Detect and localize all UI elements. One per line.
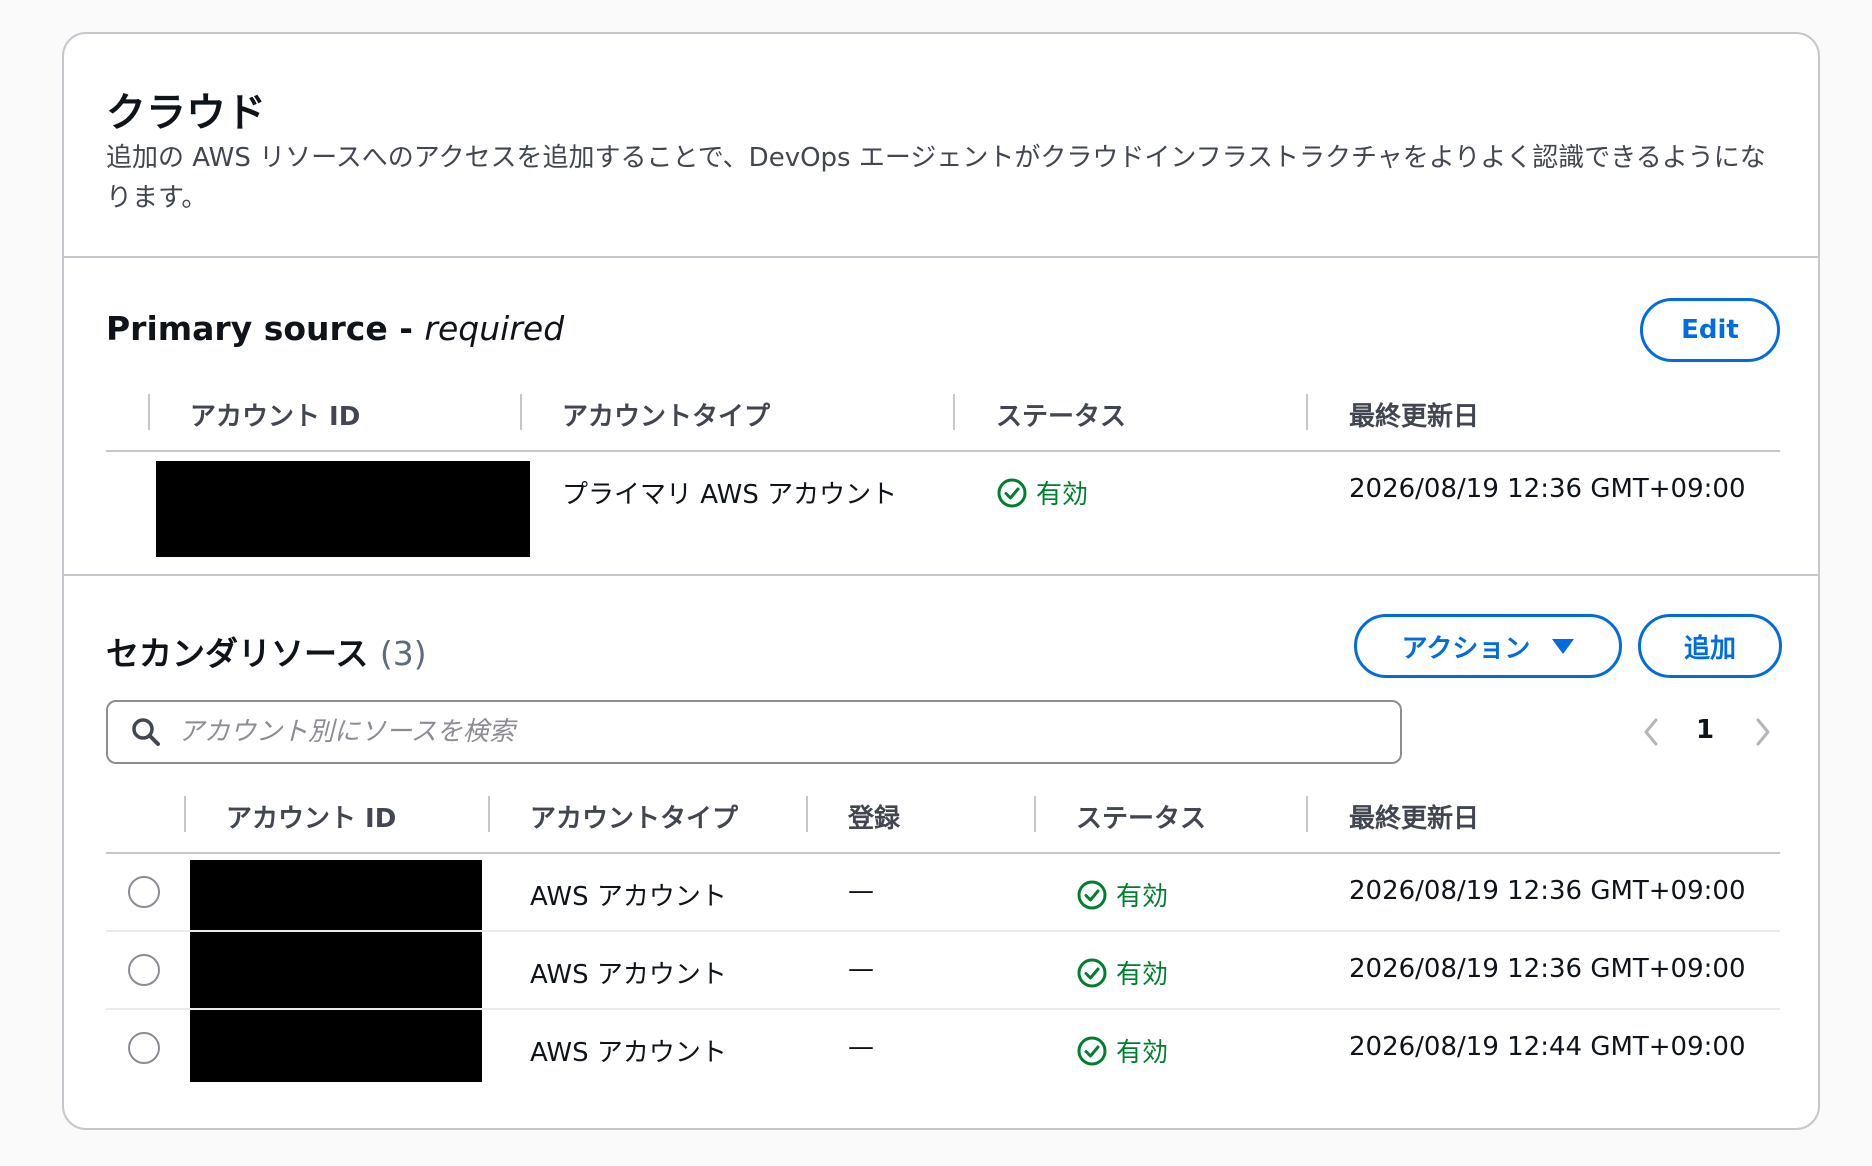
- panel-description: 追加の AWS リソースへのアクセスを追加することで、DevOps エージェント…: [106, 143, 1766, 213]
- row-account-type: AWS アカウント: [530, 960, 727, 990]
- row-select-radio[interactable]: [128, 1032, 160, 1064]
- secondary-col-status: ステータス: [1076, 804, 1207, 834]
- check-circle-icon: [997, 478, 1027, 507]
- column-separator: [953, 394, 955, 430]
- row-updated: 2026/08/19 12:36 GMT+09:00: [1349, 954, 1746, 984]
- cloud-sources-panel: クラウド 追加の AWS リソースへのアクセスを追加することで、DevOps エ…: [62, 32, 1820, 1130]
- row-account-type: AWS アカウント: [530, 1038, 727, 1068]
- primary-col-status: ステータス: [996, 402, 1127, 432]
- chevron-right-icon: [1756, 718, 1770, 746]
- secondary-source-title-text: セカンダリソース: [106, 634, 369, 673]
- column-separator: [1306, 796, 1308, 832]
- row-account-type: AWS アカウント: [530, 882, 727, 912]
- row-status: 有効: [1076, 876, 1168, 913]
- row-updated: 2026/08/19 12:44 GMT+09:00: [1349, 1032, 1746, 1062]
- current-page[interactable]: 1: [1696, 715, 1714, 745]
- primary-source-title: Primary source - required: [106, 309, 564, 348]
- row-registration: —: [848, 876, 874, 906]
- row-status: 有効: [1076, 954, 1168, 991]
- row-registration: —: [848, 1032, 874, 1062]
- row-registration: —: [848, 954, 874, 984]
- column-separator: [1306, 394, 1308, 430]
- primary-col-account-type: アカウントタイプ: [562, 402, 771, 432]
- table-header-line: [106, 852, 1780, 854]
- status-label: 有効: [1116, 1038, 1169, 1068]
- next-page-button[interactable]: [1748, 712, 1778, 752]
- primary-status: 有効: [996, 474, 1088, 511]
- search-input[interactable]: [176, 716, 1360, 748]
- column-separator: [148, 394, 150, 430]
- column-separator: [520, 394, 522, 430]
- header-divider: [64, 256, 1818, 258]
- status-label: 有効: [1116, 960, 1169, 990]
- secondary-source-title: セカンダリソース (3): [106, 627, 427, 675]
- secondary-col-registration: 登録: [848, 804, 901, 834]
- row-updated: 2026/08/19 12:36 GMT+09:00: [1349, 876, 1746, 906]
- table-header-line: [106, 450, 1780, 452]
- row-divider: [106, 1008, 1780, 1010]
- search-icon: [130, 716, 162, 748]
- primary-col-updated: 最終更新日: [1349, 402, 1480, 432]
- check-circle-icon: [1077, 880, 1107, 909]
- redacted-account-ids: [190, 860, 482, 1082]
- status-label: 有効: [1116, 882, 1169, 912]
- primary-source-title-text: Primary source -: [106, 309, 413, 348]
- secondary-source-count: (3): [379, 634, 427, 673]
- prev-page-button[interactable]: [1636, 712, 1666, 752]
- row-select-radio[interactable]: [128, 954, 160, 986]
- add-button[interactable]: 追加: [1638, 614, 1782, 678]
- actions-dropdown-button[interactable]: アクション: [1354, 614, 1622, 678]
- chevron-left-icon: [1644, 718, 1658, 746]
- check-circle-icon: [1077, 1036, 1107, 1065]
- secondary-col-account-type: アカウントタイプ: [530, 804, 739, 834]
- column-separator: [1034, 796, 1036, 832]
- section-divider: [64, 574, 1818, 576]
- primary-account-type: プライマリ AWS アカウント: [562, 480, 898, 510]
- row-divider: [106, 930, 1780, 932]
- primary-source-required: required: [424, 309, 565, 348]
- row-select-radio[interactable]: [128, 876, 160, 908]
- primary-col-account-id: アカウント ID: [190, 402, 361, 432]
- primary-updated: 2026/08/19 12:36 GMT+09:00: [1349, 474, 1746, 504]
- check-circle-icon: [1077, 958, 1107, 987]
- secondary-col-account-id: アカウント ID: [226, 804, 397, 834]
- column-separator: [806, 796, 808, 832]
- column-separator: [488, 796, 490, 832]
- search-field[interactable]: [106, 700, 1402, 764]
- row-status: 有効: [1076, 1032, 1168, 1069]
- caret-down-icon: [1552, 638, 1575, 654]
- redacted-account-id: [156, 461, 530, 557]
- column-separator: [184, 796, 186, 832]
- panel-title: クラウド: [106, 90, 266, 136]
- secondary-col-updated: 最終更新日: [1349, 804, 1480, 834]
- edit-button[interactable]: Edit: [1640, 298, 1780, 362]
- actions-label: アクション: [1401, 633, 1531, 664]
- status-label: 有効: [1036, 480, 1089, 510]
